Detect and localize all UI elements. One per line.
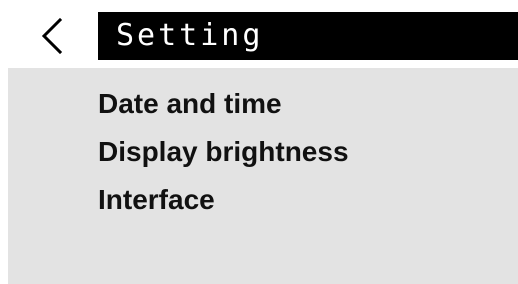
header: Setting — [0, 0, 518, 68]
chevron-left-icon — [41, 17, 63, 55]
menu-list: Date and time Display brightness Interfa… — [98, 80, 349, 224]
menu-item-display-brightness[interactable]: Display brightness — [98, 128, 349, 176]
menu-item-date-and-time[interactable]: Date and time — [98, 80, 349, 128]
page-title: Setting — [116, 18, 264, 53]
menu-panel: Date and time Display brightness Interfa… — [8, 68, 518, 284]
settings-screen: Setting Date and time Display brightness… — [0, 0, 518, 284]
menu-item-interface[interactable]: Interface — [98, 176, 349, 224]
title-bar: Setting — [98, 12, 518, 60]
back-button[interactable] — [28, 12, 78, 60]
